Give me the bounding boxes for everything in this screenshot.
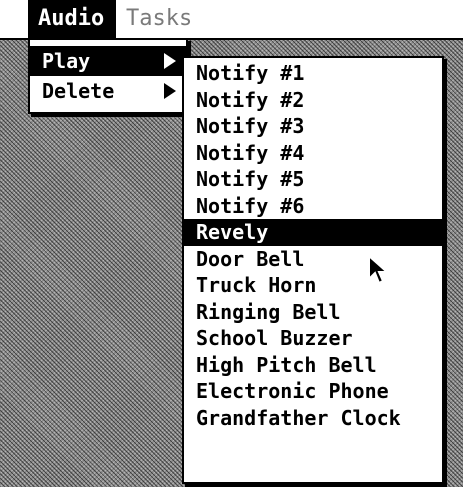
submenu-item-notify-6[interactable]: Notify #6 (184, 192, 442, 219)
chevron-right-icon (164, 53, 176, 69)
menu-item-delete-label: Delete (42, 79, 115, 103)
submenu-item-truck-horn[interactable]: Truck Horn (184, 272, 442, 299)
menu-item-delete[interactable]: Delete (30, 76, 186, 106)
submenu-item-school-buzzer[interactable]: School Buzzer (184, 325, 442, 352)
audio-menu: Play Delete (28, 38, 188, 114)
menu-item-play[interactable]: Play (30, 46, 186, 76)
submenu-item-electronic-phone[interactable]: Electronic Phone (184, 378, 442, 405)
chevron-right-icon (164, 83, 176, 99)
submenu-item-door-bell[interactable]: Door Bell (184, 245, 442, 272)
submenu-item-notify-3[interactable]: Notify #3 (184, 113, 442, 140)
submenu-item-revely[interactable]: Revely (184, 219, 442, 246)
play-submenu: Notify #1 Notify #2 Notify #3 Notify #4 … (182, 56, 444, 484)
submenu-item-notify-2[interactable]: Notify #2 (184, 86, 442, 113)
submenu-item-ringing-bell[interactable]: Ringing Bell (184, 298, 442, 325)
submenu-item-notify-4[interactable]: Notify #4 (184, 139, 442, 166)
menu-item-play-label: Play (42, 49, 91, 73)
submenu-item-notify-5[interactable]: Notify #5 (184, 166, 442, 193)
menu-bar: Audio Tasks (0, 0, 463, 40)
pointer-arrow-icon (368, 255, 389, 285)
submenu-item-notify-1[interactable]: Notify #1 (184, 60, 442, 87)
menu-tasks[interactable]: Tasks (116, 0, 208, 38)
submenu-item-grandfather-clock[interactable]: Grandfather Clock (184, 404, 442, 431)
menu-audio[interactable]: Audio (28, 0, 116, 38)
submenu-item-high-pitch-bell[interactable]: High Pitch Bell (184, 351, 442, 378)
